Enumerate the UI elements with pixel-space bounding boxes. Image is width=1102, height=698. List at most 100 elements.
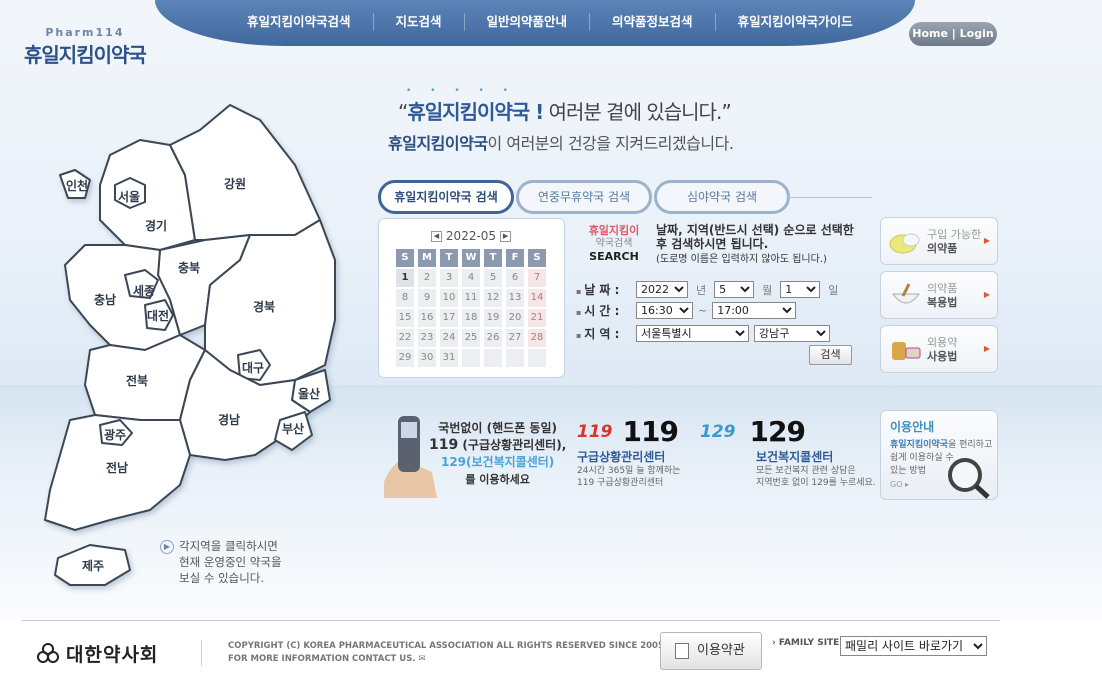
calendar-day[interactable]: 18 bbox=[462, 309, 480, 327]
calendar-day[interactable]: 31 bbox=[440, 349, 458, 367]
headline-rest: 여러분 곁에 있습니다. bbox=[548, 100, 723, 124]
time-from-select[interactable]: 16:30 bbox=[636, 302, 693, 319]
desc-129: 지역번호 없이 129를 누르세요. bbox=[756, 478, 876, 488]
next-month-icon[interactable]: ▶ bbox=[500, 230, 512, 242]
calendar-day[interactable]: 30 bbox=[418, 349, 436, 367]
time-separator: ~ bbox=[698, 304, 708, 317]
calendar-day[interactable]: 11 bbox=[462, 289, 480, 307]
time-row: 시 간 : 16:30 ~ 17:00 bbox=[576, 302, 797, 319]
calendar-day[interactable]: 19 bbox=[484, 309, 502, 327]
calendar-day[interactable]: 7 bbox=[528, 269, 546, 287]
arrow-right-icon: ▶ bbox=[983, 344, 990, 353]
label-chungbuk: 충북 bbox=[178, 260, 200, 275]
nav-holiday-search[interactable]: 휴일지킴이약국검색 bbox=[225, 13, 373, 31]
side-main: 사용법 bbox=[927, 350, 958, 363]
kpa-logo[interactable]: 대한약사회 bbox=[36, 640, 158, 667]
map-note-line: 각지역을 클릭하시면 bbox=[179, 539, 278, 553]
calendar-day[interactable]: 4 bbox=[462, 269, 480, 287]
nav-pharmacy-guide[interactable]: 휴일지킴이약국가이드 bbox=[714, 13, 875, 31]
calendar-day[interactable]: 26 bbox=[484, 329, 502, 347]
region-gangwon[interactable] bbox=[169, 104, 321, 241]
calendar-day[interactable]: 10 bbox=[440, 289, 458, 307]
search-logo-line3: SEARCH bbox=[589, 250, 639, 263]
kpa-name: 대한약사회 bbox=[66, 644, 159, 666]
side-sub: 의약품 bbox=[927, 282, 958, 295]
calendar-day[interactable]: 8 bbox=[396, 289, 414, 307]
subheadline: 휴일지킴이약국이 여러분의 건강을 지켜드리겠습니다. bbox=[388, 130, 734, 154]
side-sub: 구입 가능한 bbox=[927, 228, 982, 241]
side-purchasable-drugs[interactable]: 구입 가능한 의약품 ▶ bbox=[880, 217, 998, 265]
tab-yearround-pharmacy[interactable]: 연중무휴약국 검색 bbox=[516, 180, 652, 214]
home-login-button[interactable]: Home | Login bbox=[909, 22, 997, 46]
calendar-day[interactable]: 24 bbox=[440, 329, 458, 347]
calendar-day[interactable]: 6 bbox=[506, 269, 524, 287]
calendar-day[interactable]: 16 bbox=[418, 309, 436, 327]
family-site-select[interactable]: 패밀리 사이트 바로가기 bbox=[840, 636, 987, 656]
calendar-day[interactable]: 25 bbox=[462, 329, 480, 347]
usage-guide-box[interactable]: 이용안내 휴일지킴이약국을 편리하고 쉽게 이용하실 수 있는 방법 GO ▸ bbox=[880, 410, 998, 500]
contact-line: FOR MORE INFORMATION CONTACT US. bbox=[228, 654, 416, 664]
usage-guide-brand: 휴일지킴이약국 bbox=[890, 440, 948, 450]
label-jeju: 제주 bbox=[82, 559, 104, 573]
label-jeonbuk: 전북 bbox=[126, 373, 148, 388]
calendar-day bbox=[528, 349, 546, 367]
calendar-day[interactable]: 17 bbox=[440, 309, 458, 327]
district-select[interactable]: 강남구 bbox=[754, 325, 830, 342]
calendar-day[interactable]: 14 bbox=[528, 289, 546, 307]
city-select[interactable]: 서울특별시 bbox=[636, 325, 749, 342]
calendar: ◀ 2022-05 ▶ S M T W T F S 1 2 3 4 5 6 7 8 9 10 11 12 13 14 15… bbox=[378, 218, 565, 378]
copyright-line: COPYRIGHT (C) KOREA PHARMACEUTICAL ASSOC… bbox=[228, 641, 664, 651]
calendar-day[interactable]: 15 bbox=[396, 309, 414, 327]
tab-holiday-pharmacy[interactable]: 휴일지킴이약국 검색 bbox=[378, 180, 514, 214]
title-129: 보건복지콜센터 bbox=[756, 450, 834, 464]
calendar-dow: T bbox=[484, 249, 502, 267]
terms-button[interactable]: 이용약관 bbox=[660, 632, 762, 670]
search-button[interactable]: 검색 bbox=[809, 345, 852, 365]
region-row: 지 역 : 서울특별시 강남구 bbox=[576, 325, 830, 342]
calendar-day[interactable]: 13 bbox=[506, 289, 524, 307]
calendar-day[interactable]: 28 bbox=[528, 329, 546, 347]
label-ulsan: 울산 bbox=[298, 386, 320, 401]
calendar-day[interactable]: 2 bbox=[418, 269, 436, 287]
calendar-month: 2022-05 bbox=[445, 229, 497, 243]
side-dosage[interactable]: 의약품 복용법 ▶ bbox=[880, 271, 998, 319]
nav-map-search[interactable]: 지도검색 bbox=[372, 13, 464, 31]
calendar-day[interactable]: 5 bbox=[484, 269, 502, 287]
calendar-day[interactable]: 3 bbox=[440, 269, 458, 287]
prev-month-icon[interactable]: ◀ bbox=[430, 230, 442, 242]
usage-guide-title: 이용안내 bbox=[890, 420, 935, 434]
terms-label: 이용약관 bbox=[697, 643, 745, 658]
calendar-day[interactable]: 27 bbox=[506, 329, 524, 347]
calendar-day[interactable]: 22 bbox=[396, 329, 414, 347]
calendar-day[interactable]: 9 bbox=[418, 289, 436, 307]
map-note-text: 각지역을 클릭하시면 현재 운영중인 약국을 보실 수 있습니다. bbox=[179, 538, 282, 586]
emergency-119: 119 119 구급상황관리센터 24시간 365일 늘 함께하는 119 구급상… bbox=[577, 415, 680, 489]
mail-icon[interactable]: ✉ bbox=[419, 654, 426, 664]
calendar-day[interactable]: 23 bbox=[418, 329, 436, 347]
nav-otc-guide[interactable]: 일반의약품안내 bbox=[463, 13, 590, 31]
magnifier-icon bbox=[948, 458, 990, 499]
play-icon: ▶ bbox=[160, 540, 174, 554]
emblem-129-icon: 129 bbox=[700, 421, 736, 442]
calendar-dow: T bbox=[440, 249, 458, 267]
calendar-day[interactable]: 21 bbox=[528, 309, 546, 327]
calendar-day[interactable]: 12 bbox=[484, 289, 502, 307]
day-select[interactable]: 1 bbox=[780, 281, 821, 298]
month-select[interactable]: 5 bbox=[714, 281, 755, 298]
nav-drug-info-search[interactable]: 의약품정보검색 bbox=[589, 13, 715, 31]
number-129: 129 bbox=[749, 415, 806, 448]
calendar-day[interactable]: 1 bbox=[396, 269, 414, 287]
side-external-medicine[interactable]: 외용약 사용법 ▶ bbox=[880, 325, 998, 373]
emblem-119-icon: 119 bbox=[577, 421, 613, 442]
year-select[interactable]: 2022 bbox=[636, 281, 688, 298]
label-incheon: 인천 bbox=[66, 178, 88, 193]
tab-night-pharmacy[interactable]: 심야약국 검색 bbox=[654, 180, 790, 214]
desc-129: 모든 보건복지 관련 상담은 bbox=[756, 466, 856, 476]
arrow-right-icon: ▶ bbox=[983, 236, 990, 245]
calendar-day[interactable]: 20 bbox=[506, 309, 524, 327]
calendar-day[interactable]: 29 bbox=[396, 349, 414, 367]
time-to-select[interactable]: 17:00 bbox=[712, 302, 797, 319]
label-gyeonggi: 경기 bbox=[145, 218, 167, 233]
site-logo[interactable]: Pharm114 휴일지킴이약국 bbox=[24, 26, 147, 68]
label-gwangju: 광주 bbox=[104, 427, 126, 442]
